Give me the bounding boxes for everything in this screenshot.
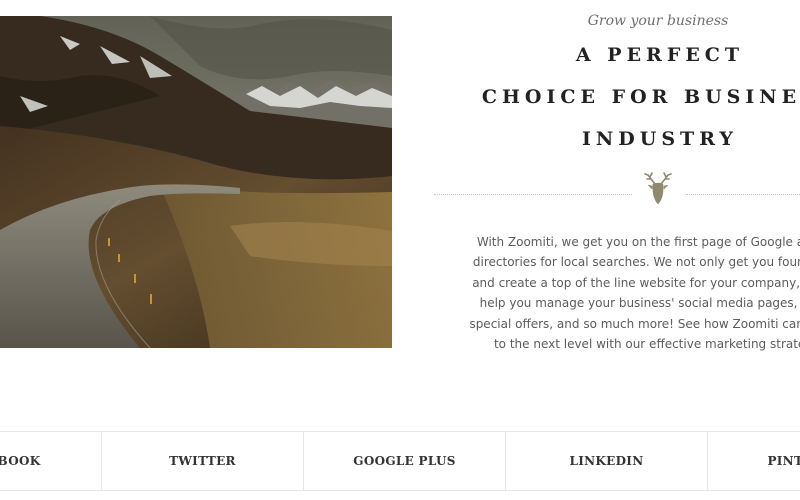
social-link-linkedin[interactable]: LINKEDIN [506,432,708,490]
section-divider [434,170,800,210]
description-line: and create a top of the line website for… [472,275,800,290]
mountain-road-photo [0,16,392,348]
description-line: special offers, and so much more! See ho… [469,316,800,331]
social-links-bar: FACEBOOK TWITTER GOOGLE PLUS LINKEDIN PI… [0,431,800,491]
headline: A PERFECT CHOICE FOR BUSINESS INDUSTRY [480,34,800,160]
description-line: to the next level with our effective mar… [493,337,800,352]
tagline: Grow your business [587,13,729,29]
divider-line-right [686,194,800,195]
page: Grow your business A PERFECT CHOICE FOR … [0,0,800,500]
description-line: help you manage your business' social me… [479,296,800,311]
social-link-google-plus[interactable]: GOOGLE PLUS [304,432,506,490]
headline-line: A PERFECT [575,44,745,66]
deer-head-icon [644,172,672,205]
social-link-pinterest[interactable]: PINTEREST [708,432,800,490]
mountain-road-image [0,16,392,348]
description-line: With Zoomiti, we get you on the first pa… [476,235,800,249]
description-paragraph: With Zoomiti, we get you on the first pa… [430,232,800,354]
description-line: directories for local searches. We not o… [472,255,800,270]
headline-line: CHOICE FOR BUSINESS [481,86,800,108]
divider-line-left [434,194,632,195]
social-link-twitter[interactable]: TWITTER [102,432,304,490]
headline-line: INDUSTRY [582,128,738,150]
social-link-facebook[interactable]: FACEBOOK [0,432,102,490]
